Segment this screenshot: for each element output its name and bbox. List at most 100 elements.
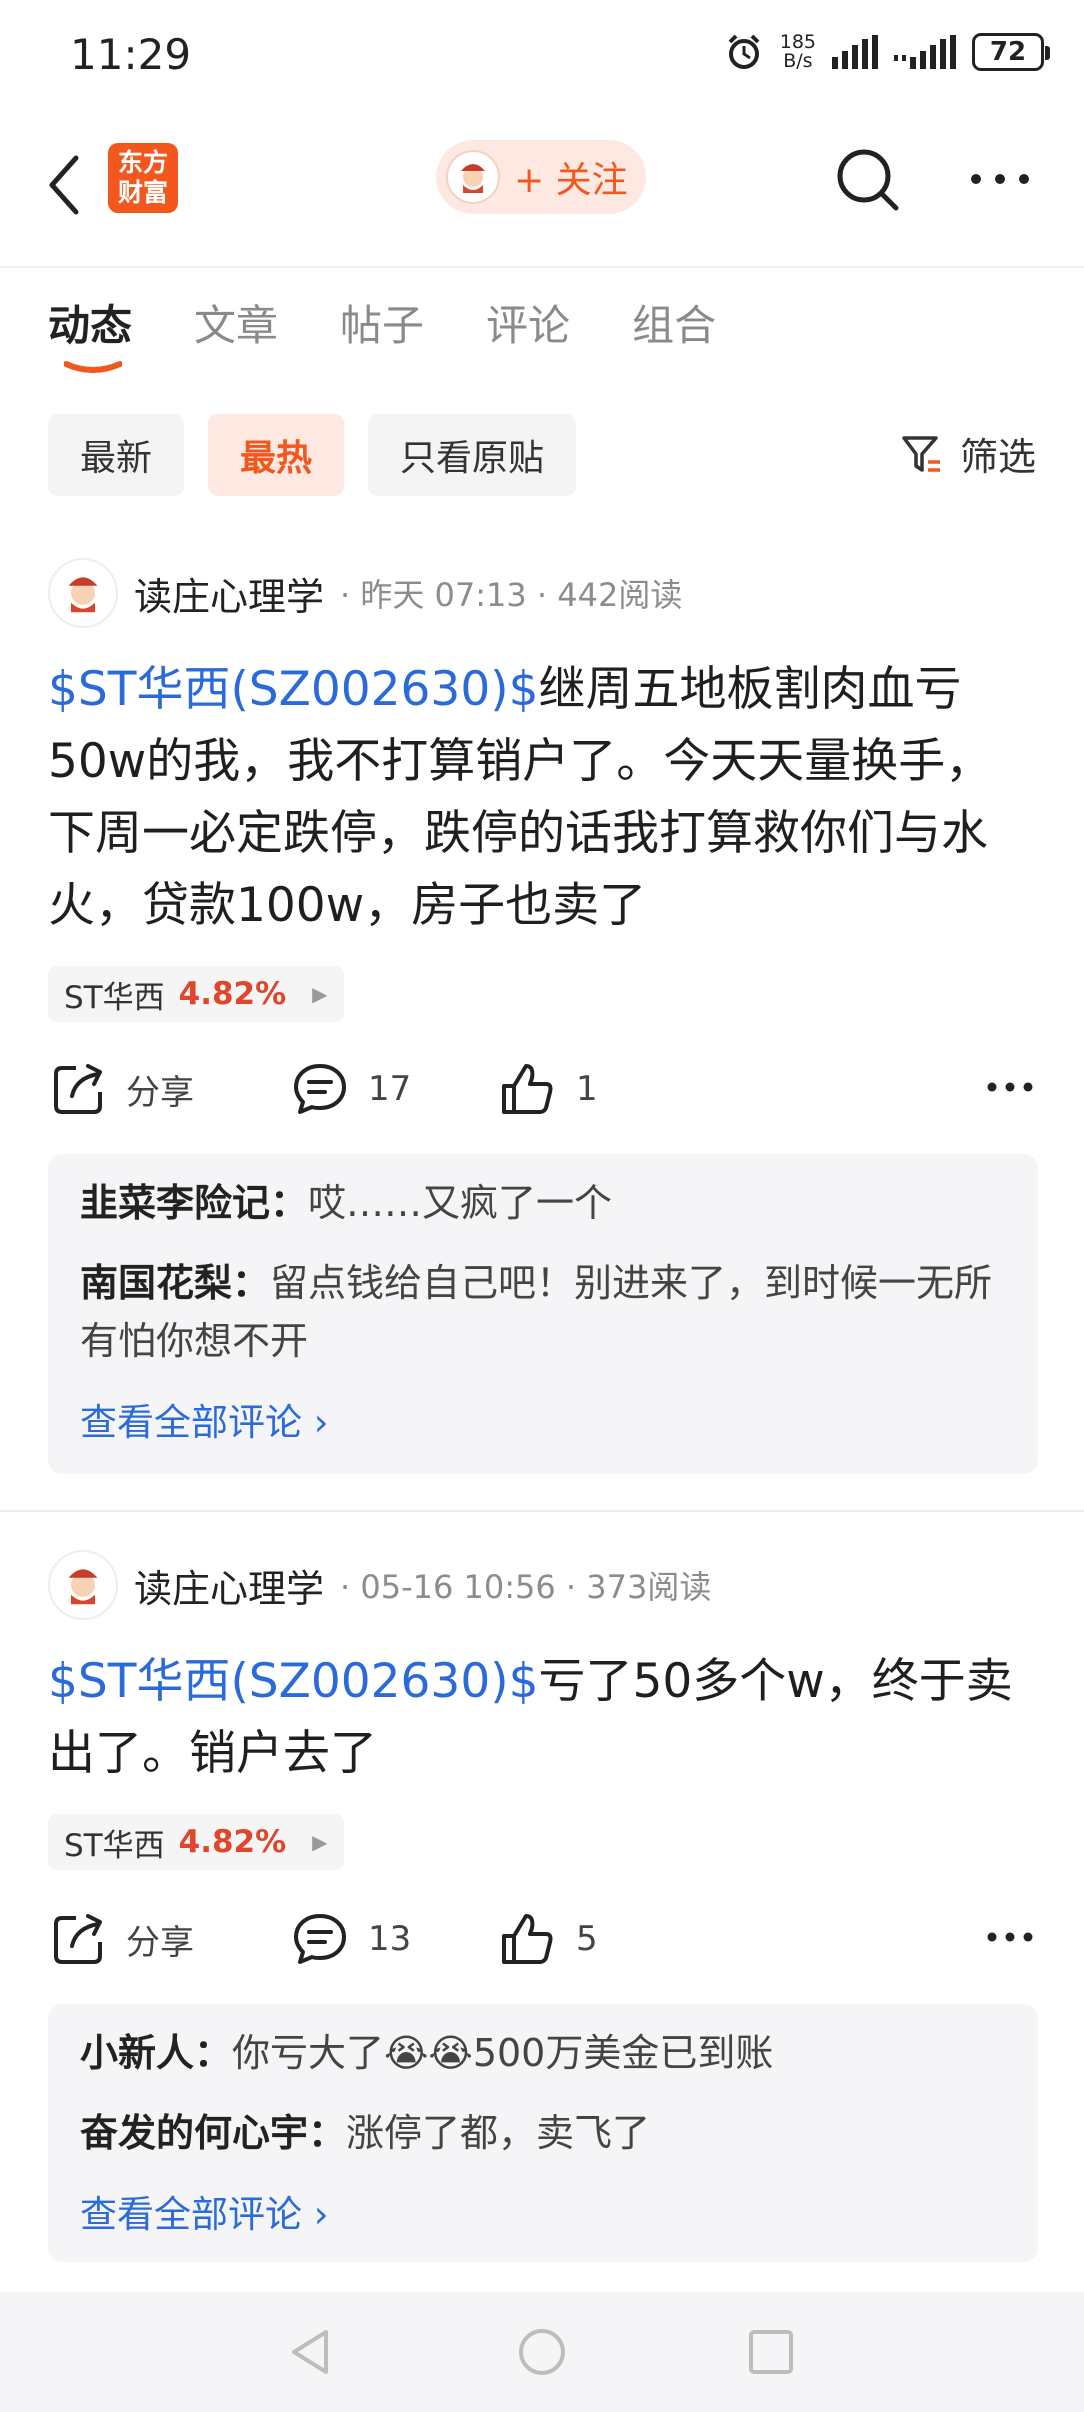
- chip-original-only[interactable]: 只看原贴: [368, 414, 577, 496]
- comment-icon: [294, 1064, 346, 1114]
- comment-text: 哎……又疯了一个: [308, 1181, 613, 1225]
- system-nav-bar: [0, 2292, 1084, 2412]
- stock-tag[interactable]: ST华西 4.82% ▶: [48, 966, 344, 1022]
- comment-button[interactable]: 13: [292, 1912, 411, 1966]
- author-avatar[interactable]: [48, 558, 118, 628]
- view-all-comments-link[interactable]: 查看全部评论 ›: [80, 1392, 1006, 1446]
- share-label: 分享: [126, 1922, 194, 1963]
- chip-latest[interactable]: 最新: [48, 414, 185, 496]
- comments-preview: 韭菜李险记：哎……又疯了一个 南国花梨：留点钱给自己吧！别进来了，到时候一无所有…: [48, 1154, 1038, 1474]
- nav-recent-icon[interactable]: [746, 2326, 796, 2378]
- comment-item[interactable]: 奋发的何心宇：涨停了都，卖飞了: [80, 2104, 1006, 2162]
- signal-2-icon: [894, 35, 956, 69]
- share-icon: [54, 1914, 102, 1964]
- profile-tabs: 动态 文章 帖子 评论 组合: [48, 292, 778, 373]
- post-body[interactable]: $ST华西(SZ002630)$亏了50多个w，终于卖出了。销户去了: [48, 1646, 1038, 1790]
- share-button[interactable]: 分享: [52, 1912, 194, 1966]
- share-icon: [54, 1064, 102, 1114]
- post-card: 读庄心理学 · 昨天 07:13 · 442阅读 $ST华西(SZ002630)…: [0, 558, 1084, 1518]
- commenter-name: 韭菜李险记：: [80, 1181, 309, 1225]
- tab-posts[interactable]: 帖子: [340, 292, 424, 353]
- nav-back-icon[interactable]: [286, 2326, 336, 2378]
- like-icon: [502, 1064, 553, 1114]
- comment-item[interactable]: 韭菜李险记：哎……又疯了一个: [80, 1174, 1006, 1232]
- commenter-name: 奋发的何心宇：: [80, 2111, 347, 2155]
- like-button[interactable]: 5: [500, 1912, 598, 1966]
- like-button[interactable]: 1: [500, 1062, 598, 1116]
- more-icon[interactable]: [968, 164, 1032, 194]
- tab-articles[interactable]: 文章: [194, 292, 278, 353]
- tag-arrow-icon: ▶: [312, 982, 328, 1006]
- tab-label: 组合: [632, 301, 717, 350]
- nav-header: 东方 财富 + 关注: [0, 110, 1084, 268]
- net-speed: 185 B/s: [780, 33, 816, 71]
- comment-item[interactable]: 南国花梨：留点钱给自己吧！别进来了，到时候一无所有怕你想不开: [80, 1254, 1006, 1370]
- post-divider: [0, 1510, 1084, 1512]
- like-icon: [502, 1914, 553, 1964]
- logo-line-1: 东方: [117, 148, 168, 177]
- filter-button[interactable]: 筛选: [900, 426, 1036, 481]
- alarm-icon: [728, 34, 760, 69]
- follow-button[interactable]: + 关注: [436, 140, 646, 214]
- commenter-name: 小新人：: [80, 2031, 233, 2075]
- author-name[interactable]: 读庄心理学: [134, 1558, 324, 1613]
- like-count: 1: [576, 1069, 598, 1109]
- more-icon[interactable]: [986, 1930, 1034, 1944]
- status-time: 11:29: [70, 30, 192, 79]
- stock-tag[interactable]: ST华西 4.82% ▶: [48, 1814, 344, 1870]
- comment-icon: [294, 1914, 346, 1964]
- net-speed-unit: B/s: [783, 50, 813, 72]
- signal-1-icon: [832, 35, 878, 69]
- tab-underline: [64, 361, 122, 373]
- nav-home-icon[interactable]: [516, 2326, 568, 2378]
- comment-text: 你亏大了😭😭500万美金已到账: [232, 2031, 774, 2075]
- post-meta: · 昨天 07:13 · 442阅读: [340, 576, 683, 614]
- like-count: 5: [576, 1919, 598, 1959]
- comment-text: 涨停了都，卖飞了: [346, 2111, 651, 2155]
- post-body[interactable]: $ST华西(SZ002630)$继周五地板割肉血亏50w的我，我不打算销户了。今…: [48, 654, 1038, 942]
- user-avatar: [446, 150, 500, 204]
- view-all-comments-link[interactable]: 查看全部评论 ›: [80, 2184, 1006, 2238]
- post-actions: 分享 13 5: [48, 1912, 1038, 1972]
- status-icons: 185 B/s 72: [724, 32, 1050, 72]
- stock-tag-name: ST华西: [64, 1827, 165, 1864]
- fortune-god-icon: [461, 164, 485, 193]
- stock-tag-name: ST华西: [64, 979, 165, 1016]
- post-meta: · 05-16 10:56 · 373阅读: [340, 1568, 712, 1606]
- post-card: 读庄心理学 · 05-16 10:56 · 373阅读 $ST华西(SZ0026…: [0, 1550, 1084, 2270]
- stock-link[interactable]: $ST华西(SZ002630)$: [48, 1654, 538, 1709]
- stock-tag-change: 4.82%: [178, 976, 287, 1012]
- tab-label: 动态: [48, 301, 133, 350]
- tab-dynamic[interactable]: 动态: [48, 292, 133, 373]
- search-icon[interactable]: [834, 146, 902, 214]
- tab-portfolio[interactable]: 组合: [632, 292, 716, 353]
- comment-count: 13: [368, 1919, 412, 1959]
- tab-label: 文章: [194, 301, 279, 350]
- stock-tag-change: 4.82%: [178, 1824, 287, 1860]
- chip-hottest[interactable]: 最热: [208, 414, 345, 496]
- comment-count: 17: [368, 1069, 412, 1109]
- author-name[interactable]: 读庄心理学: [134, 566, 324, 621]
- fortune-god-icon: [68, 577, 98, 613]
- filter-icon: [902, 435, 940, 472]
- author-avatar[interactable]: [48, 1550, 118, 1620]
- filter-label: 筛选: [959, 435, 1036, 479]
- back-arrow-icon[interactable]: [40, 150, 90, 220]
- stock-link[interactable]: $ST华西(SZ002630)$: [48, 662, 538, 717]
- comment-item[interactable]: 小新人：你亏大了😭😭500万美金已到账: [80, 2024, 1006, 2082]
- commenter-name: 南国花梨：: [80, 1261, 271, 1305]
- fortune-god-icon: [68, 1569, 98, 1605]
- battery-indicator: 72: [972, 33, 1050, 71]
- share-button[interactable]: 分享: [52, 1062, 194, 1116]
- more-icon[interactable]: [986, 1080, 1034, 1094]
- logo-line-2: 财富: [117, 178, 168, 207]
- post-header: 读庄心理学 · 昨天 07:13 · 442阅读: [48, 558, 682, 628]
- share-label: 分享: [126, 1072, 194, 1113]
- follow-label: + 关注: [514, 160, 628, 201]
- status-bar: 11:29 185 B/s 72: [0, 0, 1084, 110]
- post-header: 读庄心理学 · 05-16 10:56 · 373阅读: [48, 1550, 711, 1620]
- app-logo: 东方 财富: [108, 143, 178, 213]
- tab-label: 帖子: [340, 301, 425, 350]
- tab-comments[interactable]: 评论: [486, 292, 570, 353]
- comment-button[interactable]: 17: [292, 1062, 411, 1116]
